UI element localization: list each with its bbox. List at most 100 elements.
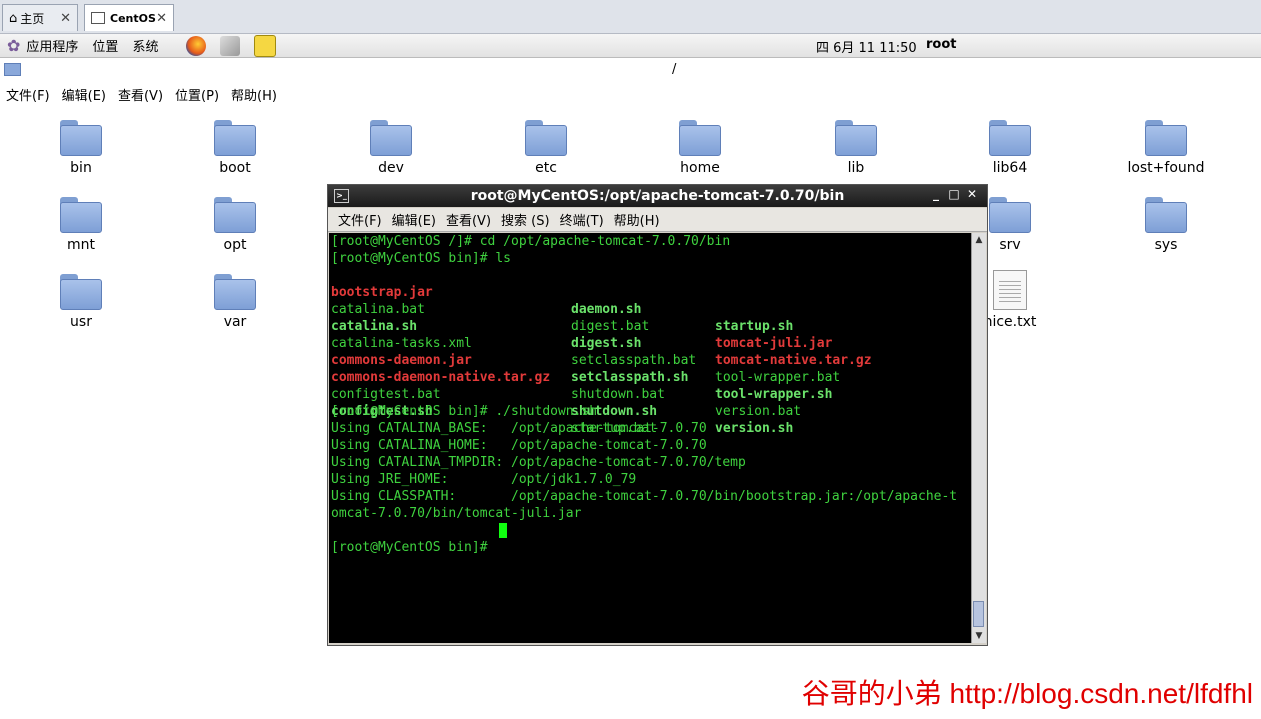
file-label: lost+found [1127,160,1205,176]
terminal-line: Using JRE_HOME: /opt/jdk1.7.0_79 [331,472,637,487]
ls-row: catalina-tasks.xml setclasspath.bat tool… [331,318,840,385]
terminal-menu-search[interactable]: 搜索 (S) [501,210,550,229]
folder-icon [214,197,256,233]
folder-item[interactable]: lib64 [950,120,1070,176]
terminal-menu-view[interactable]: 查看(V) [446,210,491,229]
folder-icon [989,197,1031,233]
terminal-line: omcat-7.0.70/bin/tomcat-juli.jar [331,506,582,521]
ls-entry: daemon.sh [571,302,642,317]
ls-row: commons-daemon.jar setclasspath.sh tool-… [331,335,832,402]
tab-home-label: 主页 [20,11,45,26]
tab-centos-label: CentOS [110,11,156,25]
folder-icon [60,197,102,233]
folder-item[interactable]: bin [21,120,141,176]
close-icon[interactable]: ✕ [963,187,981,201]
close-icon[interactable]: ✕ [60,11,71,26]
user-name[interactable]: root [926,37,957,52]
terminal-titlebar[interactable]: >_ root@MyCentOS:/opt/apache-tomcat-7.0.… [328,185,987,207]
folder-icon [214,274,256,310]
ls-row: configtest.sh startup.bat [331,386,657,436]
terminal-scrollbar[interactable]: ▲ ▼ [971,233,986,643]
file-label: opt [223,237,247,253]
folder-item[interactable]: opt [175,197,295,253]
menu-location[interactable]: 位置(P) [175,85,219,104]
menu-help[interactable]: 帮助(H) [231,85,277,104]
file-label: boot [219,160,251,176]
tab-centos[interactable]: CentOS ✕ [84,4,174,31]
file-label: bin [70,160,92,176]
folder-icon [525,120,567,156]
folder-icon [679,120,721,156]
file-label: lib64 [992,160,1028,176]
terminal-icon: >_ [334,189,349,203]
ls-entry: tool-wrapper.bat [715,370,841,385]
folder-icon [835,120,877,156]
folder-item[interactable]: boot [175,120,295,176]
scroll-down-icon[interactable]: ▼ [972,629,986,643]
file-label: etc [535,160,557,176]
terminal-menu-file[interactable]: 文件(F) [338,210,382,229]
folder-icon [60,274,102,310]
prompt-line: [root@MyCentOS bin]# [331,522,507,555]
folder-icon [214,120,256,156]
ls-entry: tomcat-native.tar.gz [715,353,872,368]
maximize-icon[interactable]: □ [945,187,963,201]
terminal-title: root@MyCentOS:/opt/apache-tomcat-7.0.70/… [470,188,845,204]
location-bar: / [0,58,1261,82]
file-label: mnt [67,237,95,253]
ls-entry: digest.bat [571,319,650,334]
ls-entry: setclasspath.sh [571,370,689,385]
ls-row: commons-daemon-native.tar.gz shutdown.ba… [331,352,801,419]
terminal-screen[interactable]: [root@MyCentOS /]# cd /opt/apache-tomcat… [329,233,971,643]
clock[interactable]: 四 6月 11 11:50 [816,37,917,56]
home-icon: ⌂ [9,10,18,26]
terminal-window[interactable]: >_ root@MyCentOS:/opt/apache-tomcat-7.0.… [327,184,988,646]
folder-item[interactable]: usr [21,274,141,330]
terminal-line: Using CATALINA_TMPDIR: /opt/apache-tomca… [331,455,746,470]
ls-row: catalina.bat digest.bat tomcat-juli.jar [331,284,832,351]
folder-icon [989,120,1031,156]
location-path[interactable]: / [672,62,676,77]
folder-icon[interactable] [4,63,21,76]
menu-view[interactable]: 查看(V) [118,85,163,104]
terminal-menu-help[interactable]: 帮助(H) [614,210,660,229]
file-label: sys [1154,237,1178,253]
folder-item[interactable]: home [640,120,760,176]
menu-system[interactable]: 系统 [132,36,158,55]
terminal-line: Using CATALINA_HOME: /opt/apache-tomcat-… [331,438,707,453]
scroll-thumb[interactable] [973,601,984,627]
terminal-menu-terminal[interactable]: 终端(T) [560,210,604,229]
folder-item[interactable]: dev [331,120,451,176]
tab-home[interactable]: ⌂ 主页 ✕ [2,4,78,31]
ls-entry: shutdown.bat [571,387,665,402]
file-label: dev [378,160,404,176]
menu-places[interactable]: 位置 [92,36,118,55]
folder-item[interactable]: var [175,274,295,330]
ls-entry: digest.sh [571,336,642,351]
folder-item[interactable]: etc [486,120,606,176]
close-icon[interactable]: ✕ [156,11,167,26]
ls-entry: setclasspath.bat [571,353,697,368]
ls-row: configtest.bat shutdown.sh version.sh [331,369,793,436]
folder-item[interactable]: lib [796,120,916,176]
menu-applications[interactable]: 应用程序 [26,36,78,55]
terminal-menu-edit[interactable]: 编辑(E) [392,210,436,229]
firefox-icon[interactable] [186,35,207,56]
folder-item[interactable]: sys [1106,197,1226,253]
menu-edit[interactable]: 编辑(E) [62,85,106,104]
ls-entry: tomcat-juli.jar [715,336,833,351]
mail-icon[interactable] [220,35,241,56]
file-label: usr [70,314,92,330]
file-label: srv [999,237,1021,253]
minimize-icon[interactable]: _ [927,187,945,201]
scroll-up-icon[interactable]: ▲ [972,233,986,247]
gnome-foot-icon: ✿ [7,36,21,55]
ls-entry: tool-wrapper.sh [715,387,833,402]
file-label: nice.txt [983,314,1037,330]
ls-entry: startup.sh [715,319,794,334]
folder-item[interactable]: mnt [21,197,141,253]
notes-icon[interactable] [254,34,277,57]
menu-file[interactable]: 文件(F) [6,85,50,104]
folder-item[interactable]: lost+found [1106,120,1226,176]
folder-icon [1145,120,1187,156]
